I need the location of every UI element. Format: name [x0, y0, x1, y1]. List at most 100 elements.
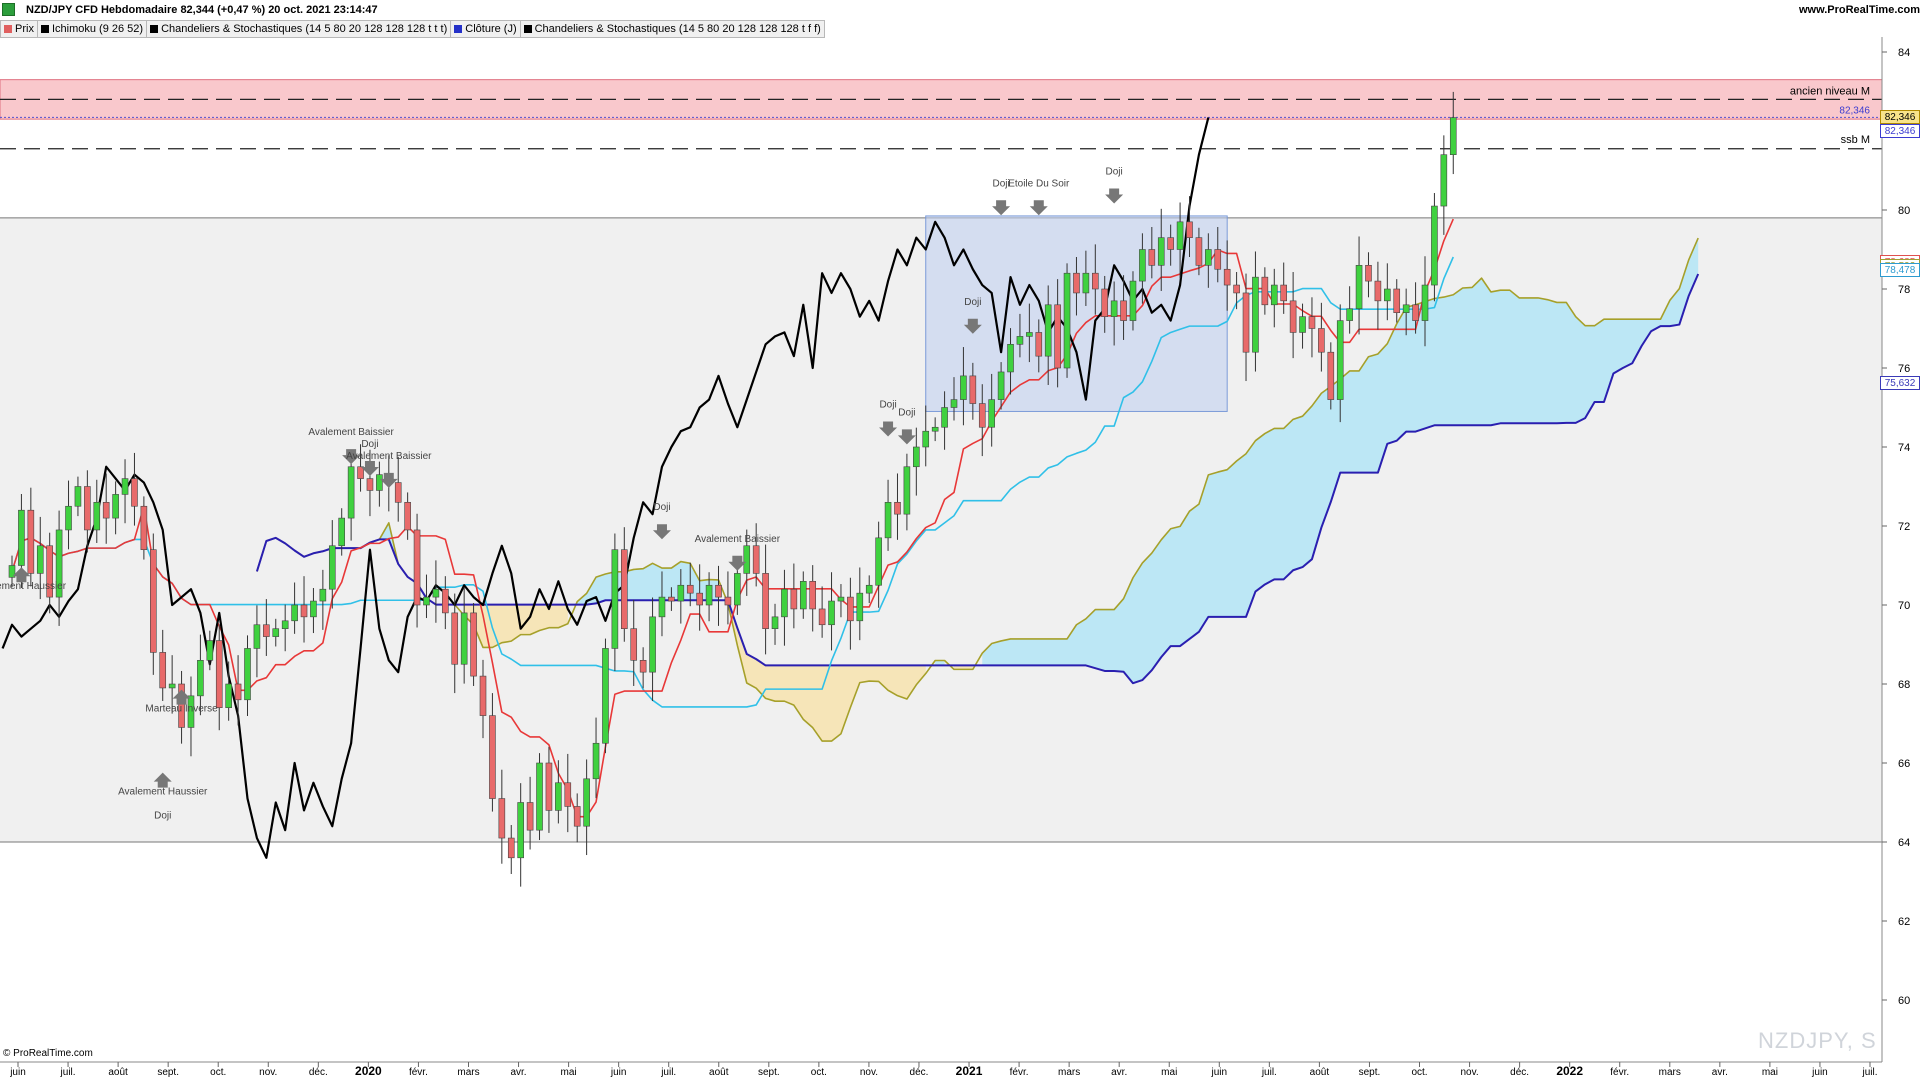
candle-bullish: [555, 782, 562, 811]
price-axis[interactable]: 60626466687072747678808284: [1881, 37, 1920, 1080]
legend-item-stochastics-1[interactable]: Chandeliers & Stochastiques (14 5 80 20 …: [147, 20, 452, 38]
candle-bearish: [394, 482, 402, 503]
candle-bearish: [969, 375, 977, 404]
candle-bullish: [1384, 288, 1391, 302]
candle-bullish: [1007, 343, 1014, 373]
ssb-label: ssb M: [1841, 134, 1870, 146]
candle-bearish: [451, 612, 459, 665]
candle-bullish: [1139, 249, 1146, 282]
x-tick-label: 2022: [1556, 1064, 1583, 1078]
candle-bearish: [442, 588, 449, 614]
candle-bearish: [696, 592, 703, 606]
pattern-label: Avalement Haussier: [0, 581, 67, 592]
y-tick-label: 68: [1898, 679, 1910, 691]
candle-bearish: [215, 640, 223, 708]
candle-bearish: [1054, 304, 1061, 369]
candle-bullish: [281, 620, 289, 629]
color-swatch: [523, 25, 532, 33]
candle-bullish: [658, 596, 666, 618]
candle-bearish: [1101, 288, 1109, 317]
candle-bullish: [1402, 304, 1410, 313]
candle-bearish: [1186, 221, 1193, 238]
x-tick-label: oct.: [210, 1067, 226, 1078]
candle-bearish: [564, 782, 572, 807]
copyright-text: © ProRealTime.com: [3, 1048, 93, 1059]
candle-bullish: [310, 600, 317, 618]
candle-bullish: [1421, 284, 1429, 321]
candle-bullish: [291, 604, 298, 622]
candle-bullish: [197, 659, 204, 697]
candle-bullish: [18, 509, 25, 566]
candle-bearish: [1214, 249, 1222, 270]
x-tick-label: juil.: [1261, 1067, 1277, 1078]
candle-bullish: [865, 584, 873, 594]
candle-bullish: [602, 648, 609, 744]
x-tick-label: nov.: [1460, 1067, 1478, 1078]
candle-bearish: [724, 596, 732, 606]
candle-bullish: [36, 545, 44, 574]
candle-bullish: [1336, 320, 1344, 400]
legend-item-ichimoku[interactable]: Ichimoku (9 26 52): [37, 20, 148, 38]
x-tick-label: déc.: [309, 1067, 328, 1078]
candle-bearish: [1261, 276, 1269, 306]
candle-bullish: [1016, 336, 1024, 345]
legend-item-stochastics-2[interactable]: Chandeliers & Stochastiques (14 5 80 20 …: [520, 20, 825, 38]
pattern-label: Doji: [898, 407, 915, 418]
legend-label: Chandeliers & Stochastiques (14 5 80 20 …: [534, 23, 821, 35]
candle-bearish: [630, 628, 638, 661]
legend-item-cloture[interactable]: Clôture (J): [451, 20, 521, 38]
candle-bullish: [65, 505, 72, 531]
site-url[interactable]: www.ProRealTime.com: [1750, 4, 1920, 16]
candle-bearish: [1148, 249, 1156, 266]
candle-bullish: [376, 474, 383, 491]
candle-bullish: [74, 486, 82, 507]
price-tag: 75,632: [1880, 375, 1920, 390]
x-tick-label: juil.: [60, 1067, 76, 1078]
candle-bearish: [1195, 237, 1203, 266]
x-tick-label: déc.: [910, 1067, 929, 1078]
x-tick-label: oct.: [811, 1067, 827, 1078]
candle-bearish: [131, 478, 138, 507]
x-tick-label: août: [1310, 1067, 1330, 1078]
candle-bearish: [1318, 328, 1325, 353]
app-icon: [2, 3, 15, 16]
candle-bearish: [809, 580, 817, 610]
candle-bullish: [781, 588, 788, 618]
pattern-label: Avalement Haussier: [118, 787, 208, 798]
candle-bullish: [244, 648, 251, 701]
x-tick-label: avr.: [1712, 1067, 1728, 1078]
x-tick-label: nov.: [259, 1067, 277, 1078]
candle-bearish: [1233, 284, 1240, 294]
x-tick-label: mai: [1762, 1067, 1778, 1078]
y-tick-label: 66: [1898, 758, 1910, 770]
candle-bearish: [102, 501, 110, 519]
candle-bearish: [84, 486, 91, 531]
candle-bullish: [1449, 117, 1457, 156]
time-axis-background: [0, 1062, 1882, 1080]
candle-bullish: [1205, 249, 1212, 266]
candle-bullish: [1431, 205, 1438, 286]
candle-bearish: [300, 604, 308, 618]
legend-item-prix[interactable]: Prix: [0, 20, 38, 38]
candle-bearish: [1289, 300, 1297, 333]
candle-bullish: [168, 683, 176, 689]
pattern-label: Doji: [992, 178, 1009, 189]
price-chart[interactable]: ancien niveau M 82,346 ssb M Avalement Hau…: [0, 0, 1920, 1080]
candle-bullish: [272, 628, 280, 637]
time-axis[interactable]: juin juil. août sept. oct. nov. déc. 2020 févr. m…: [0, 1061, 1882, 1080]
pattern-label: Doji: [154, 810, 171, 821]
candle-bearish: [620, 549, 628, 630]
candle-bearish: [1393, 288, 1401, 314]
candle-bullish: [960, 375, 967, 400]
x-tick-label: juin: [610, 1067, 627, 1078]
candle-bearish: [790, 588, 798, 610]
y-tick-label: 80: [1898, 205, 1910, 217]
candle-bullish: [799, 580, 807, 610]
candle-bullish: [903, 466, 911, 515]
x-tick-label: 2020: [355, 1064, 382, 1078]
y-tick-label: 74: [1898, 442, 1910, 454]
candle-bullish: [253, 624, 261, 649]
x-tick-label: avr.: [510, 1067, 526, 1078]
indicator-legend: Prix Ichimoku (9 26 52) Chandeliers & St…: [0, 20, 825, 38]
candle-bullish: [583, 778, 590, 827]
